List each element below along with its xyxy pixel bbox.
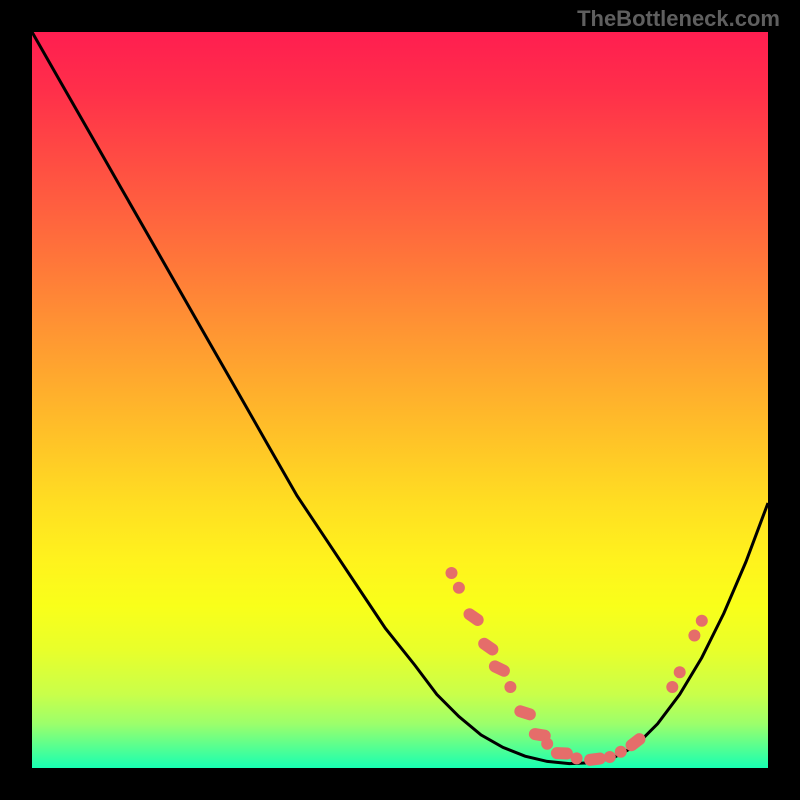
curve-marker <box>604 751 616 763</box>
curve-marker <box>476 635 501 657</box>
curve-marker <box>551 747 573 760</box>
plot-area <box>32 32 768 768</box>
curve-marker <box>461 606 486 628</box>
bottleneck-curve <box>32 32 768 764</box>
curve-marker <box>696 615 708 627</box>
curve-marker <box>453 582 465 594</box>
curve-marker <box>487 658 512 678</box>
curve-marker <box>504 681 516 693</box>
curve-marker <box>583 752 606 767</box>
curve-marker <box>446 567 458 579</box>
curve-marker <box>615 746 627 758</box>
curve-marker <box>513 704 538 722</box>
curve-marker <box>541 738 553 750</box>
watermark-text: TheBottleneck.com <box>577 6 780 32</box>
curve-marker <box>688 630 700 642</box>
curve-svg <box>32 32 768 768</box>
curve-marker <box>571 752 583 764</box>
curve-marker <box>674 666 686 678</box>
curve-marker <box>666 681 678 693</box>
